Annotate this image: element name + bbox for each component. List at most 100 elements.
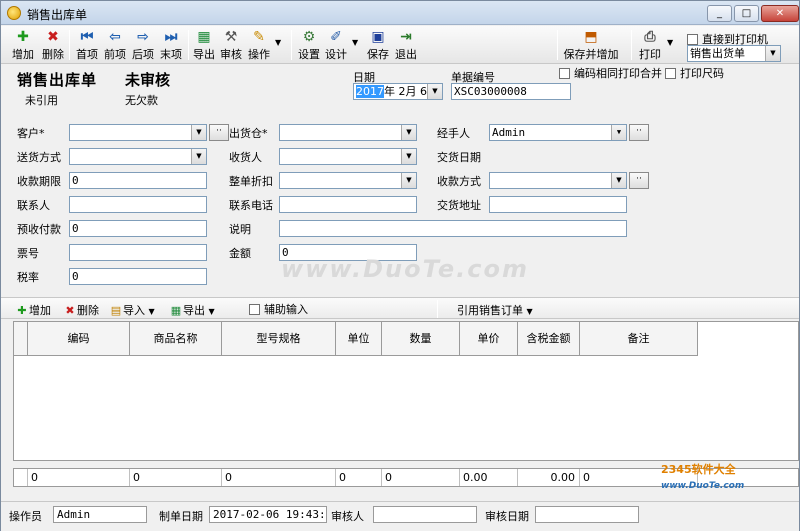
chevron-down-icon[interactable]: ▼ <box>427 84 442 99</box>
column-header[interactable]: 含税金额 <box>518 322 580 356</box>
corner-logo: 2345软件大全 www.DuoTe.com <box>661 463 745 491</box>
chevron-down-icon[interactable]: ▼ <box>611 173 626 188</box>
print-size-code-checkbox[interactable]: 打印尺码 <box>665 65 724 81</box>
add-icon: ✚ <box>17 29 29 45</box>
export-button[interactable]: ▦ 导出 <box>192 29 216 63</box>
column-header[interactable]: 商品名称 <box>130 322 222 356</box>
date-picker[interactable]: 2017年 2月 6日 ▼ <box>353 83 443 100</box>
toolbar-separator <box>69 30 70 60</box>
chevron-down-icon[interactable]: ▼ <box>611 125 626 140</box>
column-header[interactable]: 编码 <box>28 322 130 356</box>
page-title: 销售出库单 <box>17 71 98 89</box>
chevron-down-icon[interactable]: ▼ <box>149 307 155 316</box>
operate-dropdown-arrow[interactable]: ▼ <box>275 38 281 47</box>
assist-input-checkbox[interactable]: 辅助输入 <box>249 301 308 317</box>
close-button[interactable]: ✕ <box>761 5 799 22</box>
ticket-field[interactable] <box>69 244 207 261</box>
warehouse-select[interactable]: ▼ <box>279 124 417 141</box>
chevron-down-icon[interactable]: ▼ <box>765 46 780 61</box>
column-header[interactable]: 型号规格 <box>222 322 336 356</box>
customer-browse-button[interactable]: ·· <box>209 124 229 141</box>
maximize-button[interactable]: □ <box>734 5 759 22</box>
checkbox-box[interactable] <box>249 303 260 315</box>
detail-export-button[interactable]: ▦ 导出 ▼ <box>169 302 215 318</box>
checkbox-box[interactable] <box>559 67 570 79</box>
payment-term-field[interactable]: 0 <box>69 172 207 189</box>
delivery-method-label: 送货方式 <box>17 151 61 164</box>
payment-method-browse-button[interactable]: ·· <box>629 172 649 189</box>
discount-select[interactable]: ▼ <box>279 172 417 189</box>
audit-button[interactable]: ⚒ 审核 <box>218 29 244 63</box>
excel-export-icon: ▦ <box>170 304 182 317</box>
note-field[interactable] <box>279 220 627 237</box>
detail-import-button[interactable]: ▤ 导入 ▼ <box>109 302 155 318</box>
watermark: www.DuoTe.com <box>281 255 529 283</box>
receiver-select[interactable]: ▼ <box>279 148 417 165</box>
print-dropdown-arrow[interactable]: ▼ <box>667 38 673 47</box>
reference-status: 未引用 <box>25 94 58 107</box>
delivery-method-select[interactable]: ▼ <box>69 148 207 165</box>
save-and-add-button[interactable]: ⬒ 保存并增加 <box>561 29 621 63</box>
handler-browse-button[interactable]: ·· <box>629 124 649 141</box>
tax-label: 税率 <box>17 271 39 284</box>
print-template-select[interactable]: 销售出货单 ▼ <box>687 45 781 62</box>
customer-select[interactable]: ▼ <box>69 124 207 141</box>
toolbar-separator <box>437 300 438 318</box>
toolbar-separator <box>557 30 558 60</box>
first-button[interactable]: ⏮ 首项 <box>73 29 101 63</box>
next-button[interactable]: ⇨ 后项 <box>129 29 157 63</box>
last-button[interactable]: ⏭ 末项 <box>157 29 185 63</box>
merge-same-code-checkbox[interactable]: 编码相同打印合并 <box>559 65 662 81</box>
print-button[interactable]: ⎙ 打印 <box>637 29 663 63</box>
detail-delete-button[interactable]: ✖ 删除 <box>63 302 99 318</box>
checkbox-box[interactable] <box>687 33 698 45</box>
contact-phone-field[interactable] <box>279 196 417 213</box>
chevron-down-icon[interactable]: ▼ <box>527 307 533 316</box>
toolbar-separator <box>631 30 632 60</box>
design-dropdown-arrow[interactable]: ▼ <box>352 38 358 47</box>
contact-label: 联系人 <box>17 199 50 212</box>
delete-button[interactable]: ✖ 删除 <box>39 29 67 63</box>
brush-icon: ✎ <box>253 29 265 45</box>
operator-label: 操作员 <box>9 510 42 523</box>
exit-button[interactable]: ⇥ 退出 <box>393 29 419 63</box>
column-header[interactable]: 备注 <box>580 322 698 356</box>
detail-grid[interactable]: 编码 商品名称 型号规格 单位 数量 单价 含税金额 备注 <box>13 321 799 461</box>
design-button[interactable]: ✐ 设计 <box>323 29 349 63</box>
first-record-icon: ⏮ <box>80 29 94 45</box>
minimize-button[interactable]: _ <box>707 5 732 22</box>
prev-button[interactable]: ⇦ 前项 <box>101 29 129 63</box>
advance-label: 预收付款 <box>17 223 61 236</box>
toolbar-separator <box>188 30 189 60</box>
chevron-down-icon[interactable]: ▼ <box>209 307 215 316</box>
column-header[interactable]: 数量 <box>382 322 460 356</box>
contact-phone-label: 联系电话 <box>229 199 273 212</box>
delete-icon: ✖ <box>65 304 75 317</box>
save-button[interactable]: ▣ 保存 <box>365 29 391 63</box>
total-cell: 0.00 <box>460 469 518 486</box>
detail-add-button[interactable]: ✚ 增加 <box>15 302 51 318</box>
auditor-field <box>373 506 477 523</box>
tax-field[interactable]: 0 <box>69 268 207 285</box>
doc-no-field[interactable]: XSC03000008 <box>451 83 571 100</box>
chevron-down-icon[interactable]: ▼ <box>401 173 416 188</box>
handler-select[interactable]: Admin ▼ <box>489 124 627 141</box>
delivery-address-field[interactable] <box>489 196 627 213</box>
checkbox-box[interactable] <box>665 67 676 79</box>
contact-field[interactable] <box>69 196 207 213</box>
date-year: 2017 <box>356 85 384 98</box>
operate-button[interactable]: ✎ 操作 <box>246 29 272 63</box>
settings-button[interactable]: ⚙ 设置 <box>296 29 322 63</box>
reference-sales-order-button[interactable]: 引用销售订单 ▼ <box>457 302 533 318</box>
chevron-down-icon[interactable]: ▼ <box>191 125 206 140</box>
payment-method-select[interactable]: ▼ <box>489 172 627 189</box>
chevron-down-icon[interactable]: ▼ <box>401 149 416 164</box>
chevron-down-icon[interactable]: ▼ <box>401 125 416 140</box>
payment-method-label: 收款方式 <box>437 175 481 188</box>
add-button[interactable]: ✚ 增加 <box>9 29 37 63</box>
chevron-down-icon[interactable]: ▼ <box>191 149 206 164</box>
created-date-field: 2017-02-06 19:43:00 <box>209 506 327 523</box>
column-header[interactable]: 单位 <box>336 322 382 356</box>
advance-field[interactable]: 0 <box>69 220 207 237</box>
column-header[interactable]: 单价 <box>460 322 518 356</box>
